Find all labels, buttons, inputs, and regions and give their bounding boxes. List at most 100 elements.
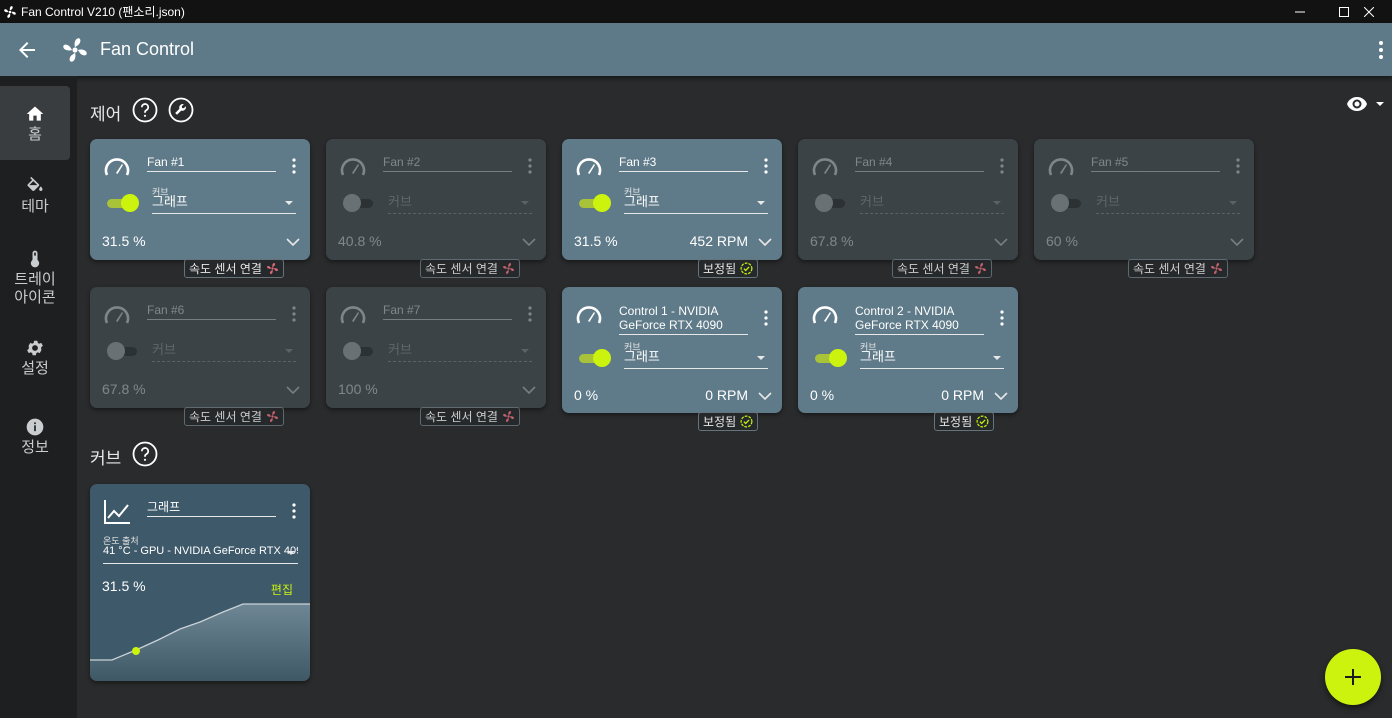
speedometer-icon <box>104 306 130 324</box>
curve-select[interactable]: 그래프 <box>860 349 1004 369</box>
back-arrow-icon[interactable] <box>15 38 39 62</box>
fan-name-field[interactable]: Control 1 - NVIDIA GeForce RTX 4090 <box>619 304 748 335</box>
fan-control-card-7[interactable]: Fan #7 커브 100 % <box>326 287 546 408</box>
enable-toggle[interactable] <box>579 349 611 367</box>
chevron-down-icon[interactable] <box>994 391 1008 401</box>
more-vert-icon[interactable] <box>1000 310 1004 326</box>
more-vert-icon[interactable] <box>764 158 768 174</box>
curve-select[interactable]: 그래프 <box>624 194 768 214</box>
chevron-down-icon[interactable] <box>286 385 300 395</box>
curve-select[interactable]: 그래프 <box>624 349 768 369</box>
fan-name-line: Control 2 - NVIDIA <box>855 304 955 318</box>
fan-percent: 40.8 % <box>338 233 382 249</box>
enable-toggle[interactable] <box>815 349 847 367</box>
curve-name-field[interactable]: 그래프 <box>147 500 276 517</box>
close-button[interactable] <box>1346 0 1392 23</box>
fan-control-card-2[interactable]: Fan #2 커브 40.8 % <box>326 139 546 260</box>
paint-bucket-icon <box>27 176 43 191</box>
speed-sensor-badge[interactable]: 속도 센서 연결 <box>420 259 520 278</box>
speed-sensor-badge[interactable]: 속도 센서 연결 <box>184 259 284 278</box>
curve-select[interactable]: 커브 <box>388 342 532 362</box>
fan-control-card-1[interactable]: Fan #1 커브 그래프 31.5 % <box>90 139 310 260</box>
more-vert-icon[interactable] <box>1000 158 1004 174</box>
line-chart-icon <box>104 500 130 524</box>
minimize-button[interactable] <box>1277 0 1323 23</box>
curve-select-value: 커브 <box>152 342 176 357</box>
chevron-down-icon[interactable] <box>1230 237 1244 247</box>
more-vert-icon[interactable] <box>764 310 768 326</box>
curve-select[interactable]: 커브 <box>1096 194 1240 214</box>
enable-toggle[interactable] <box>1051 194 1081 212</box>
more-vert-icon[interactable] <box>528 158 532 174</box>
enable-toggle[interactable] <box>107 342 137 360</box>
sidebar-item-home[interactable]: 홈 <box>0 86 70 160</box>
fan-name-field[interactable]: Control 2 - NVIDIA GeForce RTX 4090 <box>855 304 984 335</box>
speedometer-icon <box>1048 158 1074 176</box>
fan-name-field[interactable]: Fan #6 <box>147 303 276 320</box>
wrench-icon[interactable] <box>168 97 194 123</box>
gpu-control-card-1[interactable]: Control 1 - NVIDIA GeForce RTX 4090 커브 그래… <box>562 287 782 413</box>
fan-control-card-6[interactable]: Fan #6 커브 67.8 % <box>90 287 310 408</box>
fan-percent: 31.5 % <box>102 233 146 249</box>
fan-name-field[interactable]: Fan #3 <box>619 155 748 172</box>
sidebar-item-tray-icon[interactable]: 트레이 아이콘 <box>0 249 70 313</box>
dropdown-arrow-icon <box>285 201 293 205</box>
sidebar-item-settings[interactable]: 설정 <box>0 338 70 388</box>
temperature-source-select[interactable]: 41 °C - GPU - NVIDIA GeForce RTX 4090 <box>103 544 298 564</box>
fan-name-field[interactable]: Fan #1 <box>147 155 276 172</box>
more-vert-icon[interactable] <box>292 503 296 519</box>
enable-toggle[interactable] <box>343 194 373 212</box>
badge-label: 보정됨 <box>703 262 737 276</box>
sidebar-item-theme[interactable]: 테마 <box>0 176 70 226</box>
calibrated-badge[interactable]: 보정됨 <box>698 412 759 431</box>
sidebar-item-about[interactable]: 정보 <box>0 417 70 467</box>
visibility-toggle-icon[interactable] <box>1345 93 1389 115</box>
enable-toggle[interactable] <box>579 194 611 212</box>
chevron-down-icon[interactable] <box>286 237 300 247</box>
curve-preview-graph[interactable] <box>90 594 310 681</box>
chevron-down-icon[interactable] <box>758 237 772 247</box>
calibrated-badge[interactable]: 보정됨 <box>934 412 995 431</box>
curve-select[interactable]: 그래프 <box>152 194 296 214</box>
fan-icon <box>266 411 278 422</box>
fan-icon <box>502 263 514 274</box>
chevron-down-icon[interactable] <box>994 237 1008 247</box>
enable-toggle[interactable] <box>815 194 845 212</box>
fan-name-field[interactable]: Fan #2 <box>383 155 512 172</box>
add-button[interactable] <box>1325 649 1381 705</box>
curve-select[interactable]: 커브 <box>388 194 532 214</box>
fan-name-field[interactable]: Fan #4 <box>855 155 984 172</box>
badge-label: 속도 센서 연결 <box>189 262 262 276</box>
chevron-down-icon[interactable] <box>758 391 772 401</box>
fan-control-card-4[interactable]: Fan #4 커브 67.8 % <box>798 139 1018 260</box>
curve-select[interactable]: 커브 <box>152 342 296 362</box>
fan-name-field[interactable]: Fan #5 <box>1091 155 1220 172</box>
speed-sensor-badge[interactable]: 속도 센서 연결 <box>420 407 520 426</box>
controls-section-title: 제어 <box>90 105 122 124</box>
chevron-down-icon[interactable] <box>522 385 536 395</box>
more-vert-icon[interactable] <box>1374 38 1388 62</box>
help-icon[interactable] <box>132 441 158 467</box>
help-icon[interactable] <box>132 97 158 123</box>
fan-name-field[interactable]: Fan #7 <box>383 303 512 320</box>
more-vert-icon[interactable] <box>1236 158 1240 174</box>
enable-toggle[interactable] <box>343 342 373 360</box>
more-vert-icon[interactable] <box>292 306 296 322</box>
fan-control-card-3[interactable]: Fan #3 커브 그래프 31.5 % 452 RPM <box>562 139 782 260</box>
more-vert-icon[interactable] <box>292 158 296 174</box>
speed-sensor-badge[interactable]: 속도 센서 연결 <box>1128 259 1228 278</box>
sidebar-item-label: 설정 <box>21 360 49 377</box>
chevron-down-icon[interactable] <box>522 237 536 247</box>
more-vert-icon[interactable] <box>528 306 532 322</box>
calibrated-badge[interactable]: 보정됨 <box>698 259 759 278</box>
curve-select[interactable]: 커브 <box>860 194 1004 214</box>
fan-control-card-5[interactable]: Fan #5 커브 60 % <box>1034 139 1254 260</box>
enable-toggle[interactable] <box>107 194 139 212</box>
curve-card-graph[interactable]: 그래프 온도 출처 41 °C - GPU - NVIDIA GeForce R… <box>90 484 310 681</box>
speed-sensor-badge[interactable]: 속도 센서 연결 <box>184 407 284 426</box>
speed-sensor-badge[interactable]: 속도 센서 연결 <box>892 259 992 278</box>
dropdown-arrow-icon <box>285 349 293 353</box>
dropdown-arrow-icon <box>287 551 295 555</box>
gpu-control-card-2[interactable]: Control 2 - NVIDIA GeForce RTX 4090 커브 그래… <box>798 287 1018 413</box>
badge-label: 속도 센서 연결 <box>189 410 262 424</box>
